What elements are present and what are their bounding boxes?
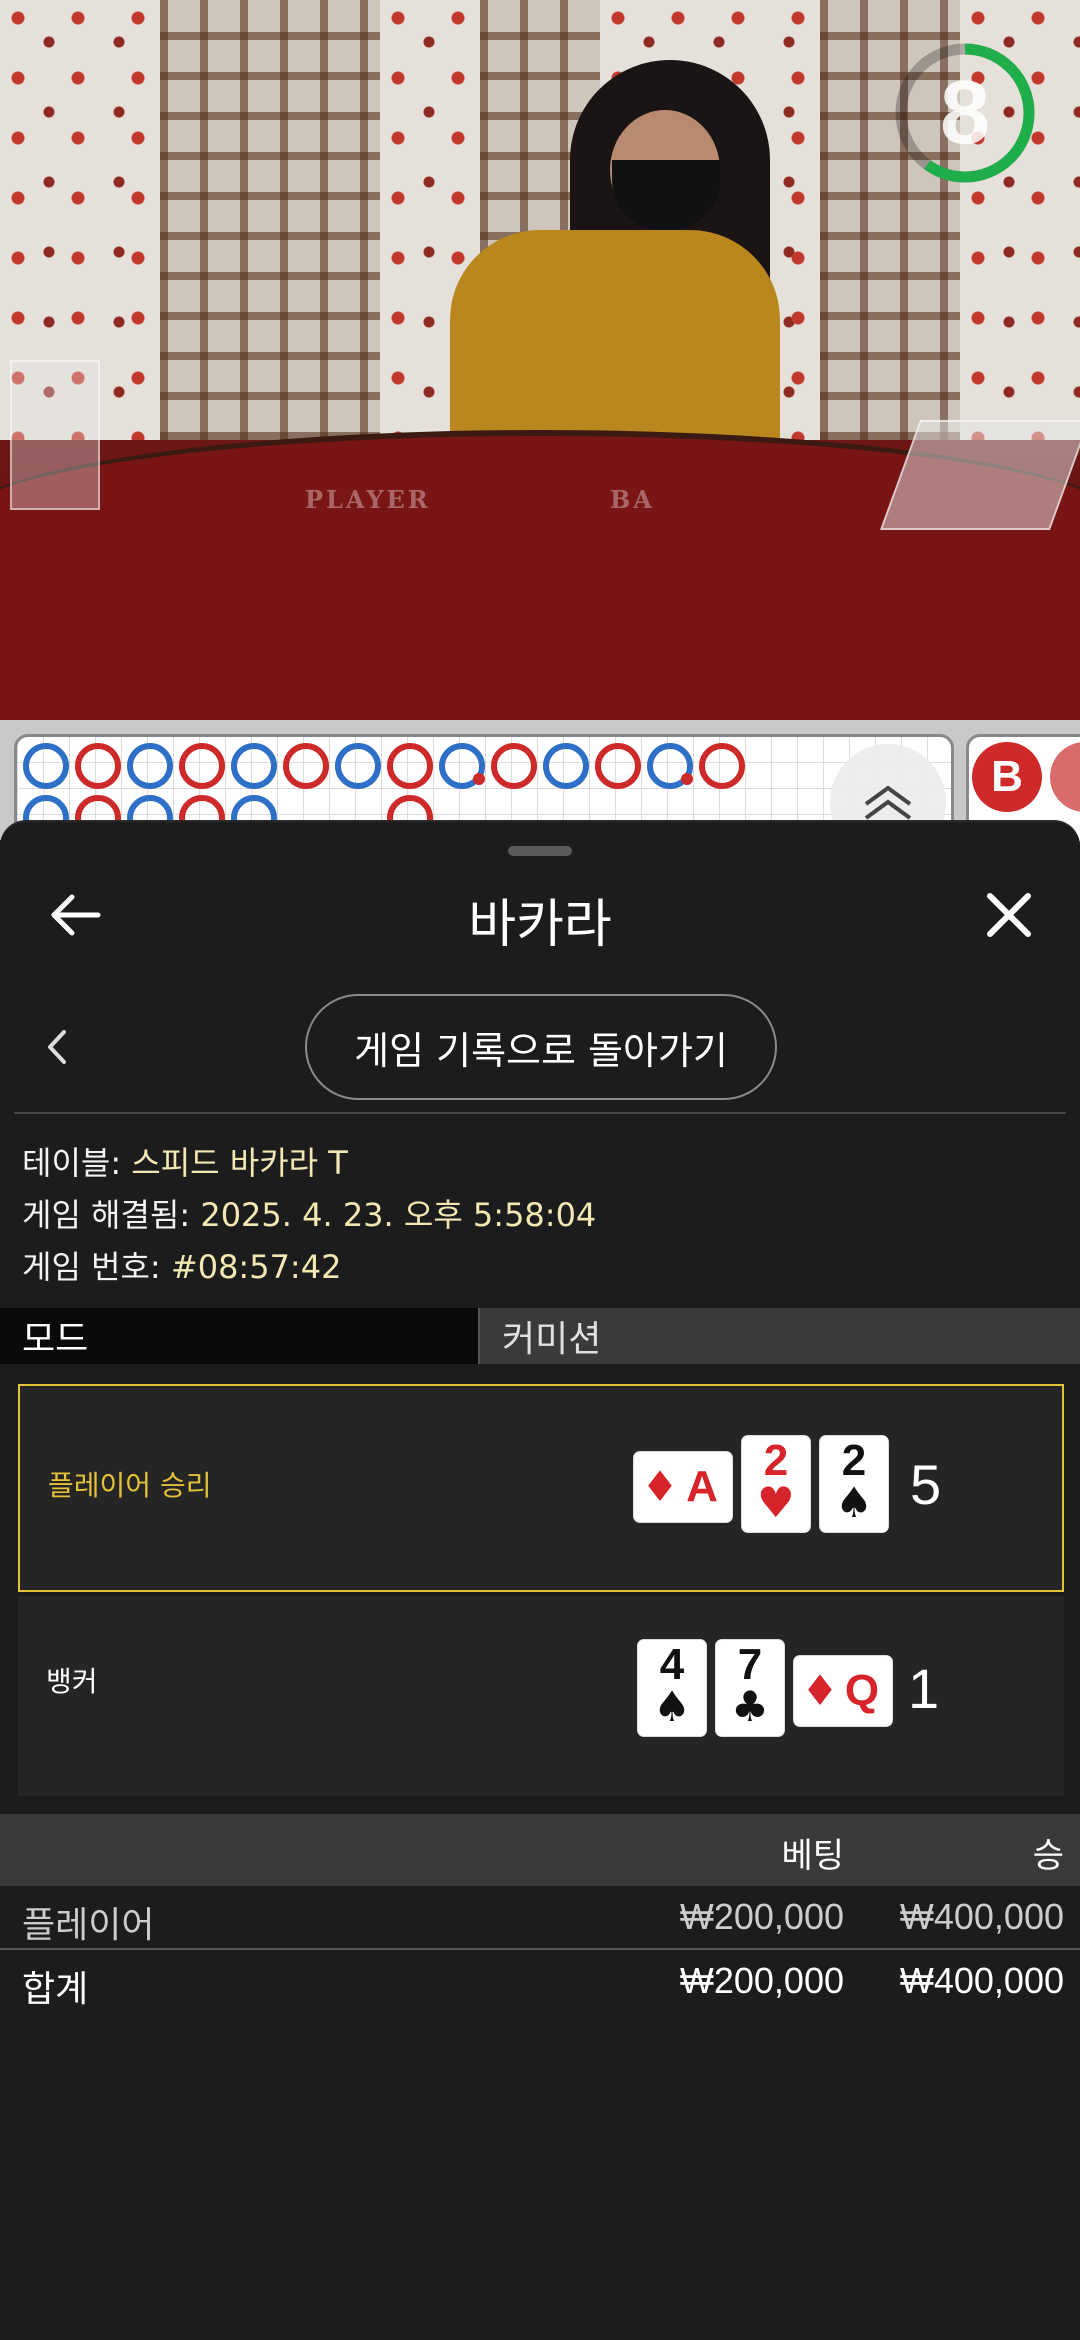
player-bead <box>439 743 485 789</box>
card-suit: ♠ <box>653 1682 691 1731</box>
countdown-timer: 8 <box>890 38 1040 188</box>
player-result-row: 플레이어 승리 A ♦ 2 ♥ 2 ♠ 5 <box>18 1384 1064 1592</box>
total-label: 합계 <box>22 1969 89 2010</box>
card-suit: ♥ <box>757 1478 795 1527</box>
playing-card: 2 ♠ <box>820 1436 888 1532</box>
discard-tray <box>10 360 100 510</box>
timer-seconds: 8 <box>939 62 991 163</box>
pair-dot <box>473 773 485 785</box>
table-info-label: 테이블: <box>22 1144 122 1182</box>
total-bet-amount: ₩200,000 <box>679 1960 844 2001</box>
double-chevron-up-icon <box>864 785 912 820</box>
chevron-left-icon[interactable] <box>38 1022 74 1072</box>
game-number-value: #08:57:42 <box>170 1248 342 1286</box>
resolved-info-value: 2025. 4. 23. 오후 5:58:04 <box>200 1196 597 1234</box>
banker-score: 1 <box>908 1657 940 1720</box>
player-score: 5 <box>910 1453 942 1516</box>
lattice-screen-left <box>160 0 380 440</box>
resolved-info: 게임 해결됨: 2025. 4. 23. 오후 5:58:04 <box>22 1190 596 1236</box>
card-suit: ♠ <box>835 1478 873 1527</box>
banker-prediction-badge[interactable]: B <box>972 742 1042 812</box>
card-suit: ♣ <box>731 1682 769 1731</box>
resolved-info-label: 게임 해결됨: <box>22 1196 191 1234</box>
banker-bead <box>699 743 745 789</box>
back-to-history-button[interactable]: 게임 기록으로 돌아가기 <box>305 994 777 1100</box>
player-bead <box>335 743 381 789</box>
player-result-label: 플레이어 승리 <box>48 1469 212 1502</box>
banker-bead <box>387 743 433 789</box>
game-number-label: 게임 번호: <box>22 1248 161 1286</box>
bet-amount: ₩200,000 <box>679 1896 844 1937</box>
player-bead <box>647 743 693 789</box>
playing-card: 7 ♣ <box>716 1640 784 1736</box>
playing-card: 4 ♠ <box>638 1640 706 1736</box>
banker-result-label: 뱅커 <box>46 1665 98 1698</box>
mode-tabs: 모드 커미션 <box>0 1308 1080 1364</box>
playing-card: Q ♦ <box>794 1656 892 1726</box>
tab-mode[interactable]: 모드 <box>0 1308 478 1364</box>
felt-banker-label: BA <box>610 485 655 514</box>
divider <box>0 1948 1080 1950</box>
total-win-amount: ₩400,000 <box>899 1960 1064 2001</box>
sheet-grabber[interactable] <box>508 846 572 856</box>
tab-commission[interactable]: 커미션 <box>478 1308 1080 1364</box>
total-row: 합계 ₩200,000 ₩400,000 <box>0 1952 1080 2014</box>
player-bead <box>127 743 173 789</box>
playing-card: A ♦ <box>634 1452 732 1522</box>
close-icon[interactable] <box>978 884 1040 946</box>
dealer <box>450 230 780 450</box>
col-win-header: 승 <box>1032 1836 1064 1876</box>
bet-name: 플레이어 <box>22 1905 155 1946</box>
player-bead <box>23 743 69 789</box>
banker-bead <box>595 743 641 789</box>
banker-bead <box>179 743 225 789</box>
bets-table-header: 베팅 승 <box>0 1814 1080 1886</box>
felt-player-label: PLAYER <box>305 485 431 514</box>
pair-dot <box>681 773 693 785</box>
sheet-title: 바카라 <box>468 895 612 955</box>
banker-bead <box>491 743 537 789</box>
table-row: 플레이어 ₩200,000 ₩400,000 <box>0 1888 1080 1950</box>
banker-bead <box>283 743 329 789</box>
player-bead <box>543 743 589 789</box>
card-suit: ♦ <box>641 1462 679 1511</box>
win-amount: ₩400,000 <box>899 1896 1064 1937</box>
card-rank: A <box>686 1462 718 1511</box>
game-history-sheet: 바카라 게임 기록으로 돌아가기 테이블: 스피드 바카라 T 게임 해결됨: … <box>0 820 1080 2340</box>
card-rank: Q <box>844 1666 880 1715</box>
card-suit: ♦ <box>801 1666 839 1715</box>
banker-bead <box>75 743 121 789</box>
banker-result-row: 뱅커 4 ♠ 7 ♣ Q ♦ 1 <box>18 1596 1064 1796</box>
divider <box>14 1112 1066 1114</box>
playing-card: 2 ♥ <box>742 1436 810 1532</box>
live-video: PLAYER BA 8 <box>0 0 1080 720</box>
table-info: 테이블: 스피드 바카라 T <box>22 1138 348 1184</box>
table-info-value: 스피드 바카라 T <box>131 1144 348 1182</box>
player-bead <box>231 743 277 789</box>
col-bet-header: 베팅 <box>781 1836 844 1876</box>
game-number-info: 게임 번호: #08:57:42 <box>22 1242 341 1288</box>
